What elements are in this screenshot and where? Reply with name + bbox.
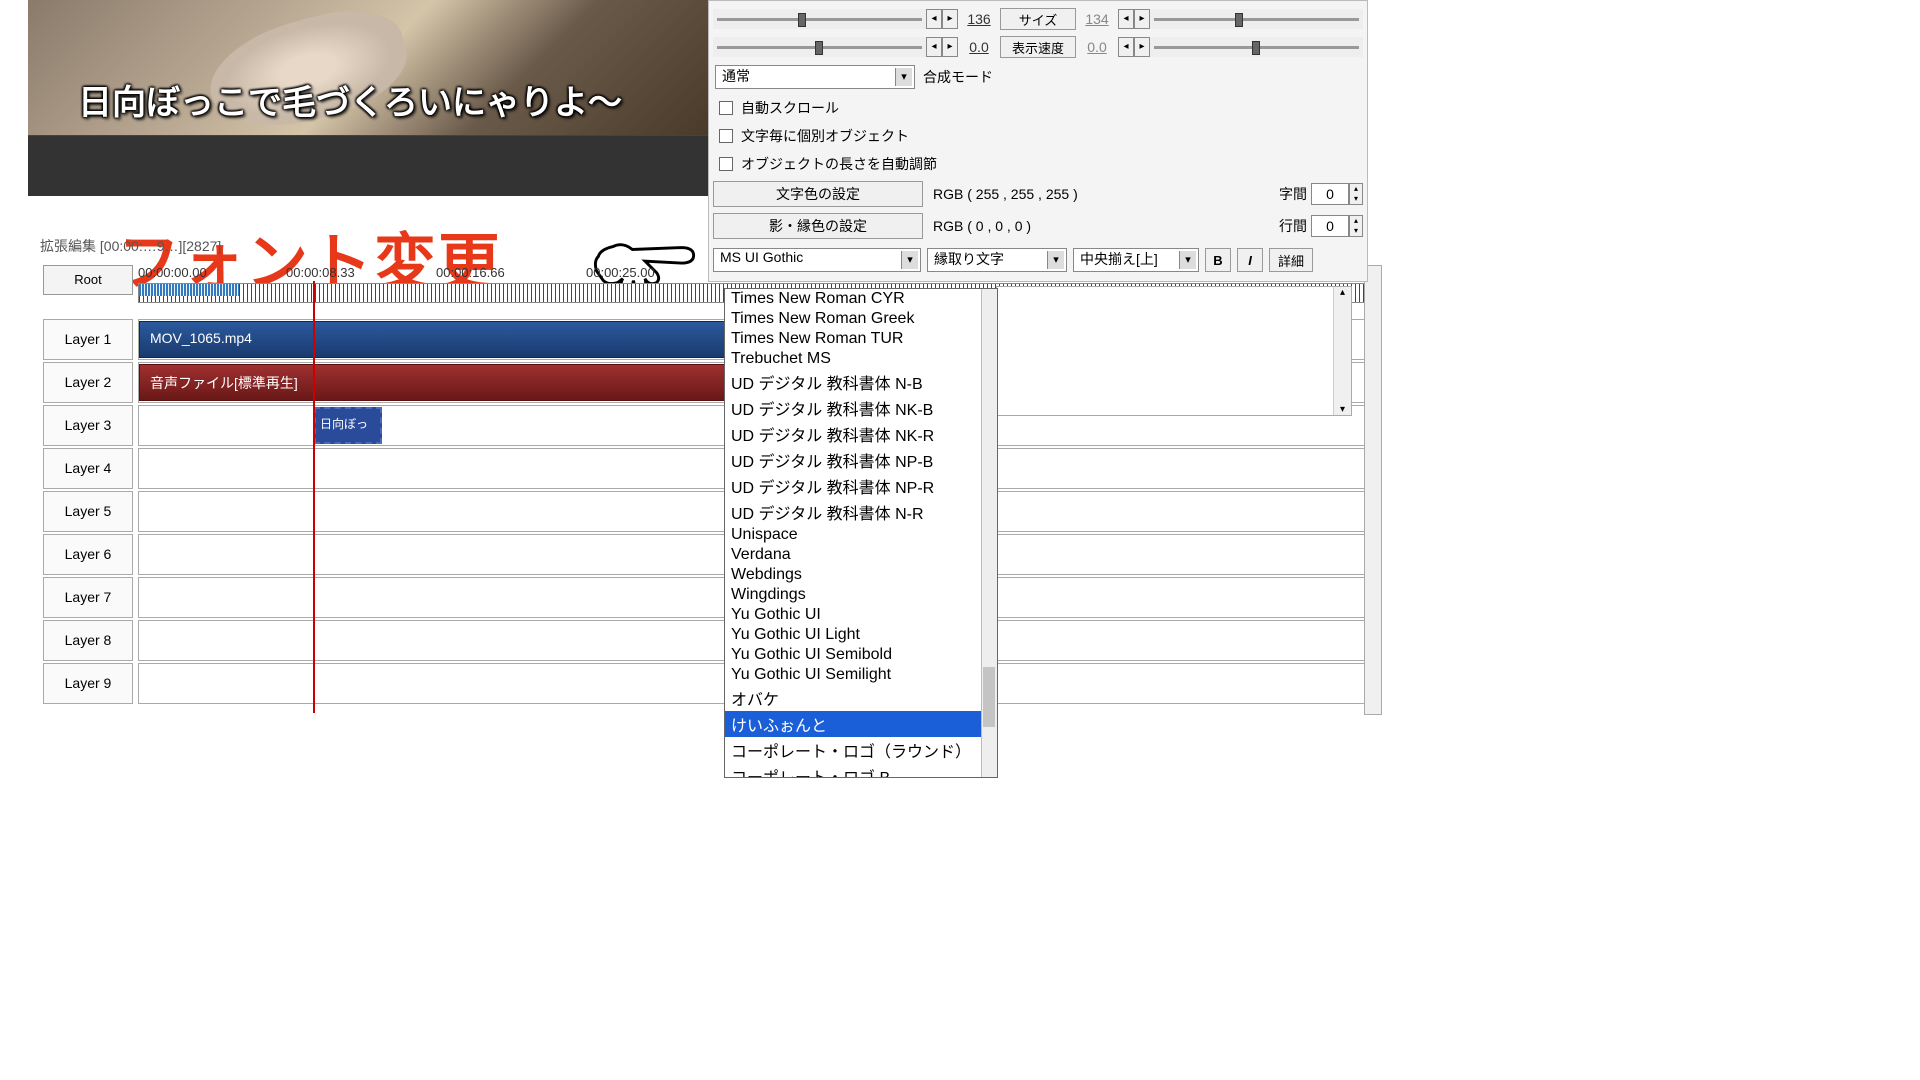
font-option[interactable]: Unispace: [725, 525, 997, 545]
line-spacing-spinner[interactable]: ▴▾: [1349, 215, 1363, 237]
speed-slider-left[interactable]: [713, 37, 926, 57]
speed-button[interactable]: 表示速度: [1000, 36, 1076, 58]
individual-object-label: 文字毎に個別オブジェクト: [741, 126, 909, 146]
size-button[interactable]: サイズ: [1000, 8, 1076, 30]
bold-button[interactable]: B: [1205, 248, 1231, 272]
font-option[interactable]: UD デジタル 教科書体 NK-B: [725, 395, 997, 421]
font-option[interactable]: けいふぉんと: [725, 711, 997, 737]
font-option[interactable]: UD デジタル 教科書体 N-B: [725, 369, 997, 395]
font-option[interactable]: Yu Gothic UI: [725, 605, 997, 625]
font-option[interactable]: Yu Gothic UI Semilight: [725, 665, 997, 685]
char-spacing-label: 字間: [1279, 184, 1307, 204]
auto-scroll-label: 自動スクロール: [741, 98, 839, 118]
layer-label[interactable]: Layer 4: [43, 448, 133, 489]
layer-label[interactable]: Layer 1: [43, 319, 133, 360]
line-spacing-label: 行間: [1279, 216, 1307, 236]
size-value-right[interactable]: 134: [1076, 11, 1118, 27]
font-option[interactable]: Times New Roman Greek: [725, 309, 997, 329]
font-option[interactable]: UD デジタル 教科書体 NK-R: [725, 421, 997, 447]
font-option[interactable]: UD デジタル 教科書体 NP-B: [725, 447, 997, 473]
preview-overlay-text: 日向ぼっこで毛づくろいにゃりよ～: [78, 75, 622, 124]
textarea-scrollbar[interactable]: [1333, 287, 1351, 415]
blend-mode-label: 合成モード: [923, 67, 993, 87]
speed-value-right[interactable]: 0.0: [1076, 39, 1118, 55]
individual-object-checkbox[interactable]: [719, 129, 733, 143]
layer-label[interactable]: Layer 7: [43, 577, 133, 618]
nudge-right-icon[interactable]: ▸: [942, 9, 958, 29]
auto-length-label: オブジェクトの長さを自動調節: [741, 154, 937, 174]
text-color-button[interactable]: 文字色の設定: [713, 181, 923, 207]
size-value-left[interactable]: 136: [958, 11, 1000, 27]
nudge-right-icon[interactable]: ▸: [1134, 37, 1150, 57]
font-option[interactable]: UD デジタル 教科書体 N-R: [725, 499, 997, 525]
size-slider-left[interactable]: [713, 9, 926, 29]
nudge-left-icon[interactable]: ◂: [1118, 37, 1134, 57]
playhead[interactable]: [313, 281, 315, 713]
size-slider-right[interactable]: [1150, 9, 1363, 29]
layer-label[interactable]: Layer 2: [43, 362, 133, 403]
speed-slider-right[interactable]: [1150, 37, 1363, 57]
text-content-textarea[interactable]: [996, 286, 1352, 416]
auto-scroll-checkbox[interactable]: [719, 101, 733, 115]
font-option[interactable]: オバケ: [725, 685, 997, 711]
layer-label[interactable]: Layer 3: [43, 405, 133, 446]
line-spacing-input[interactable]: [1311, 215, 1349, 237]
font-option[interactable]: コーポレート・ロゴ（ラウンド）: [725, 737, 997, 763]
nudge-right-icon[interactable]: ▸: [942, 37, 958, 57]
nudge-left-icon[interactable]: ◂: [926, 9, 942, 29]
font-dropdown-list[interactable]: Times New Roman CYRTimes New Roman Greek…: [724, 288, 998, 778]
char-spacing-spinner[interactable]: ▴▾: [1349, 183, 1363, 205]
font-style-select[interactable]: 縁取り文字: [927, 248, 1067, 272]
font-option[interactable]: Trebuchet MS: [725, 349, 997, 369]
speed-value-left[interactable]: 0.0: [958, 39, 1000, 55]
text-clip[interactable]: 日向ぼっ: [314, 407, 382, 444]
char-spacing-input[interactable]: [1311, 183, 1349, 205]
audio-clip[interactable]: 音声ファイル[標準再生]: [139, 364, 729, 401]
text-align-select[interactable]: 中央揃え[上]: [1073, 248, 1199, 272]
font-option[interactable]: Times New Roman TUR: [725, 329, 997, 349]
root-button[interactable]: Root: [43, 265, 133, 295]
scrollbar-thumb[interactable]: [983, 667, 995, 727]
auto-length-checkbox[interactable]: [719, 157, 733, 171]
italic-button[interactable]: I: [1237, 248, 1263, 272]
shadow-color-value: RGB ( 0 , 0 , 0 ): [933, 218, 1031, 234]
detail-button[interactable]: 詳細: [1269, 248, 1313, 272]
font-option[interactable]: コーポレート・ロゴ B: [725, 763, 997, 778]
preview-panel: 日向ぼっこで毛づくろいにゃりよ～: [28, 0, 708, 196]
text-color-value: RGB ( 255 , 255 , 255 ): [933, 186, 1078, 202]
video-clip[interactable]: MOV_1065.mp4: [139, 321, 729, 358]
layer-label[interactable]: Layer 9: [43, 663, 133, 704]
timeline-vertical-scrollbar[interactable]: [1364, 265, 1382, 715]
font-option[interactable]: Yu Gothic UI Light: [725, 625, 997, 645]
timeline-title: 拡張編集 [00:00:…9…][2827]: [40, 236, 221, 256]
font-option[interactable]: Webdings: [725, 565, 997, 585]
properties-panel: ◂▸ 136 サイズ 134 ◂▸ ◂▸ 0.0 表示速度 0.0 ◂▸ 通常 …: [708, 0, 1368, 282]
shadow-color-button[interactable]: 影・縁色の設定: [713, 213, 923, 239]
font-option[interactable]: UD デジタル 教科書体 NP-R: [725, 473, 997, 499]
nudge-right-icon[interactable]: ▸: [1134, 9, 1150, 29]
frame-selection-marker: [139, 284, 239, 296]
font-select[interactable]: MS UI Gothic: [713, 248, 921, 272]
font-option[interactable]: Verdana: [725, 545, 997, 565]
font-option[interactable]: Yu Gothic UI Semibold: [725, 645, 997, 665]
layer-label[interactable]: Layer 8: [43, 620, 133, 661]
nudge-left-icon[interactable]: ◂: [1118, 9, 1134, 29]
font-option[interactable]: Wingdings: [725, 585, 997, 605]
preview-letterbox: [28, 135, 708, 196]
blend-mode-select[interactable]: 通常: [715, 65, 915, 89]
layer-label[interactable]: Layer 5: [43, 491, 133, 532]
layer-label[interactable]: Layer 6: [43, 534, 133, 575]
font-option[interactable]: Times New Roman CYR: [725, 289, 997, 309]
nudge-left-icon[interactable]: ◂: [926, 37, 942, 57]
